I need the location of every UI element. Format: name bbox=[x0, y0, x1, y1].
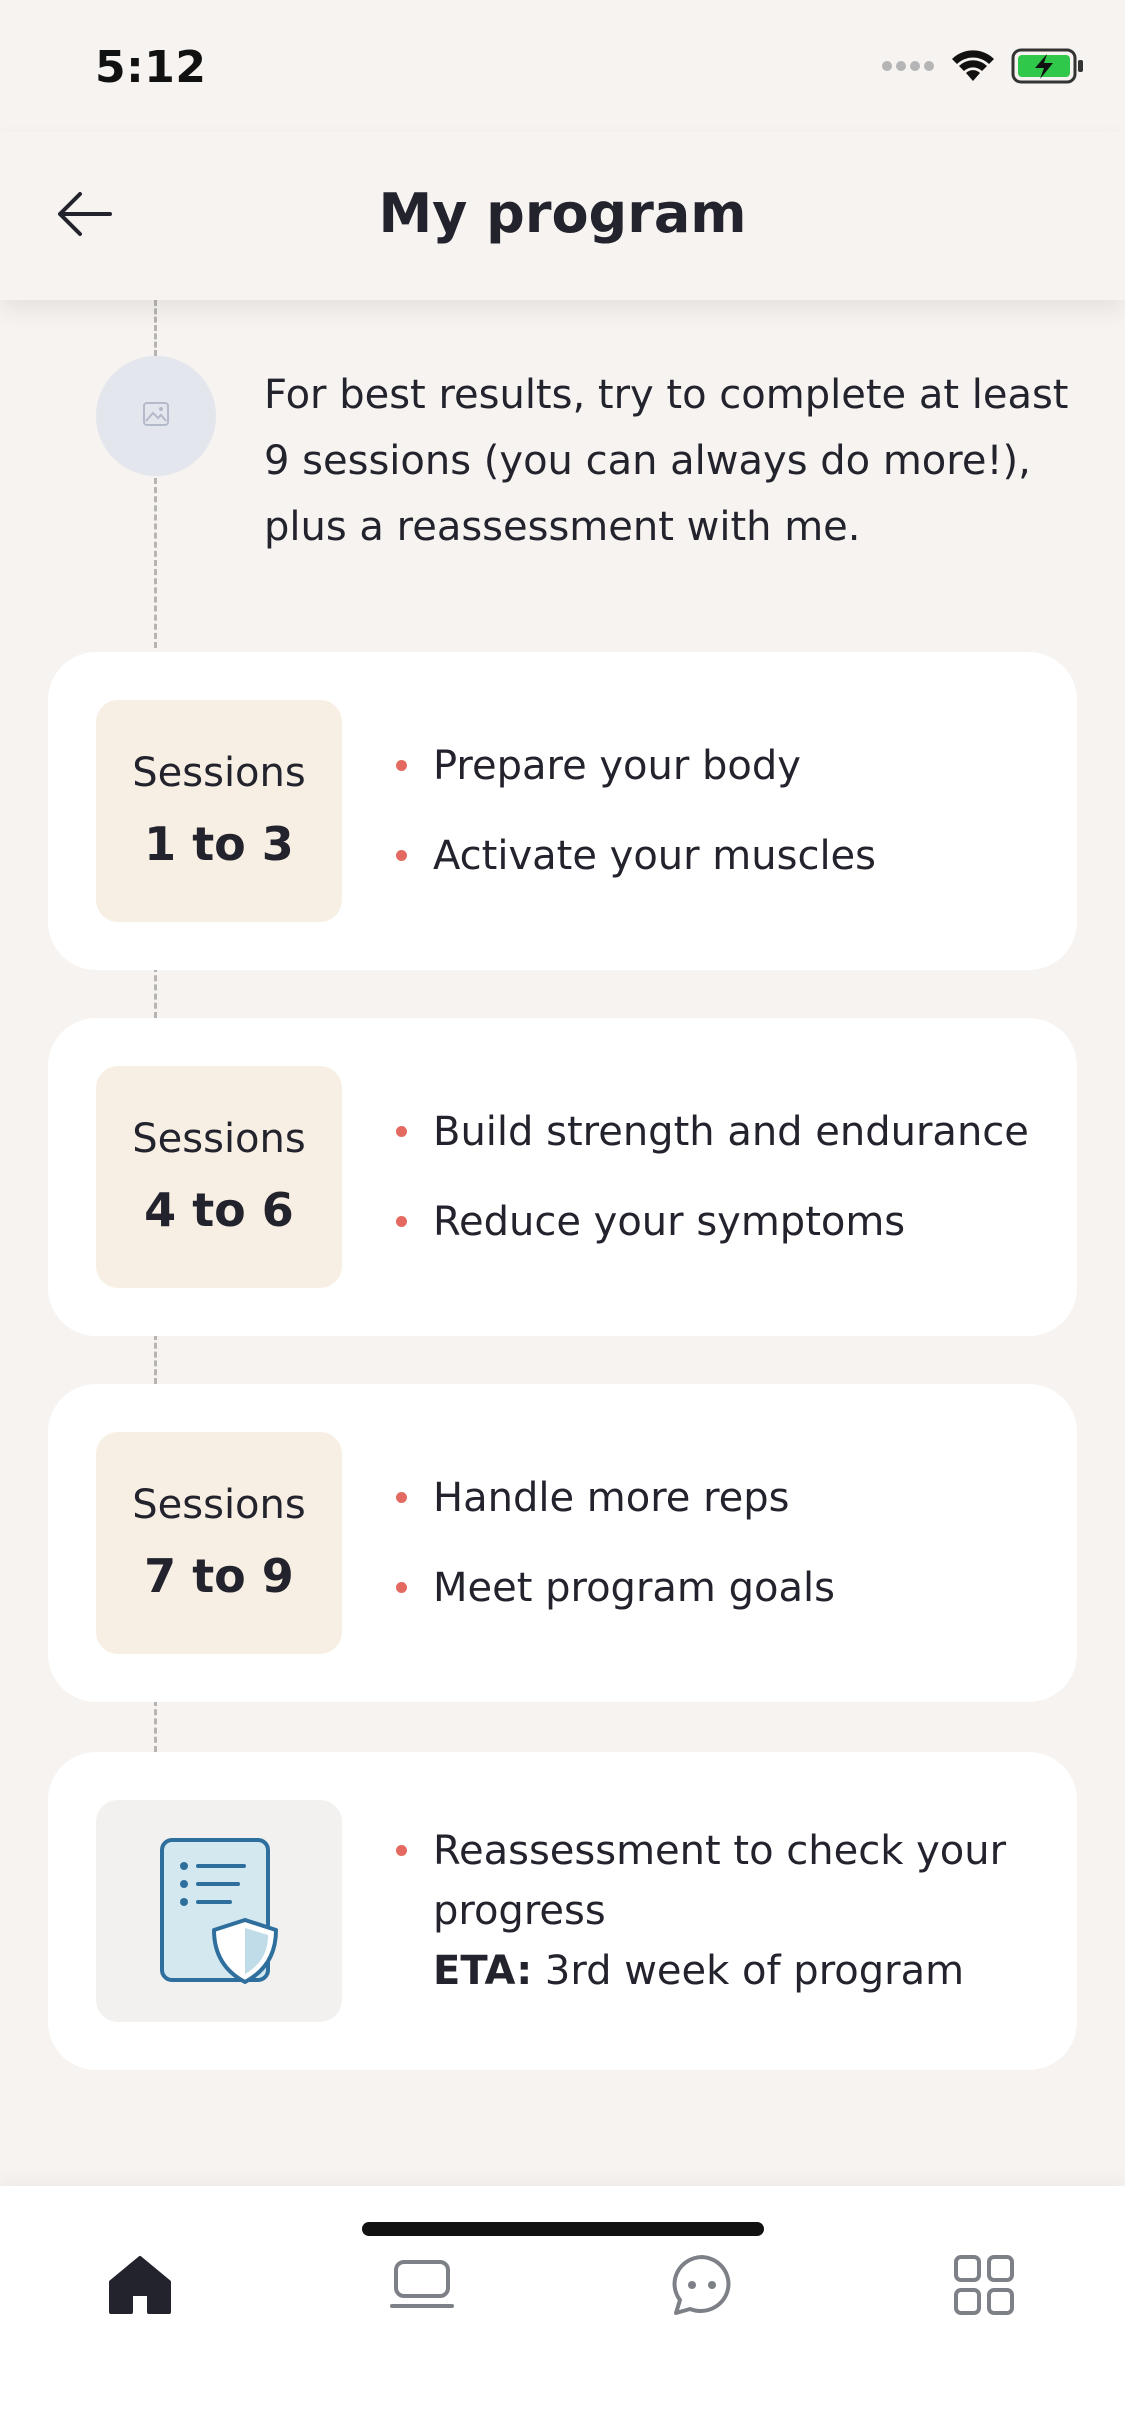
reassessment-card: Reassessment to check your progress ETA:… bbox=[48, 1752, 1077, 2070]
wifi-icon bbox=[951, 49, 995, 83]
status-time: 5:12 bbox=[95, 42, 207, 93]
bullet-dot-icon bbox=[396, 1582, 407, 1593]
list-item: Prepare your body bbox=[388, 736, 1048, 796]
session-range: 1 to 3 bbox=[144, 817, 294, 871]
stage-goals-list: Build strength and endurance Reduce your… bbox=[388, 1018, 1048, 1336]
page-title: My program bbox=[378, 182, 747, 245]
reassessment-icon-box bbox=[96, 1800, 342, 2022]
list-item: Reduce your symptoms bbox=[388, 1192, 1048, 1252]
stage-goals-list: Handle more reps Meet program goals bbox=[388, 1384, 1048, 1702]
nav-more[interactable] bbox=[924, 2232, 1044, 2342]
image-placeholder-icon bbox=[142, 401, 170, 431]
nav-chat[interactable] bbox=[642, 2232, 762, 2342]
timeline-connector bbox=[154, 478, 157, 648]
reassessment-details: Reassessment to check your progress ETA:… bbox=[388, 1752, 1048, 2070]
home-indicator[interactable] bbox=[362, 2222, 764, 2236]
session-range-box: Sessions 4 to 6 bbox=[96, 1066, 342, 1288]
session-label: Sessions bbox=[132, 1482, 306, 1528]
timeline-connector bbox=[154, 1334, 157, 1384]
clipboard-shield-icon bbox=[154, 1834, 284, 1988]
bullet-dot-icon bbox=[396, 850, 407, 861]
bullet-dot-icon bbox=[396, 1126, 407, 1137]
coach-avatar bbox=[96, 356, 216, 476]
eta-value: 3rd week of program bbox=[532, 1948, 965, 1994]
bullet-dot-icon bbox=[396, 1216, 407, 1227]
session-range-box: Sessions 7 to 9 bbox=[96, 1432, 342, 1654]
laptop-icon bbox=[390, 2258, 454, 2316]
bullet-dot-icon bbox=[396, 760, 407, 771]
list-item: Build strength and endurance bbox=[388, 1102, 1048, 1162]
top-app-bar: My program bbox=[0, 132, 1125, 300]
list-item: Handle more reps bbox=[388, 1468, 1048, 1528]
status-icons bbox=[881, 48, 1085, 84]
program-stage-card: Sessions 1 to 3 Prepare your body Activa… bbox=[48, 652, 1077, 970]
eta-label: ETA: bbox=[433, 1948, 533, 1994]
bullet-dot-icon bbox=[396, 1492, 407, 1503]
timeline-connector bbox=[154, 966, 157, 1018]
session-range: 7 to 9 bbox=[144, 1549, 294, 1603]
stage-goals-list: Prepare your body Activate your muscles bbox=[388, 652, 1048, 970]
nav-home[interactable] bbox=[80, 2232, 200, 2342]
grid-icon bbox=[953, 2254, 1015, 2320]
list-item: Meet program goals bbox=[388, 1558, 1048, 1618]
reassessment-text: Reassessment to check your progress bbox=[433, 1828, 1007, 1934]
list-item: Reassessment to check your progress ETA:… bbox=[388, 1821, 1048, 2001]
list-item: Activate your muscles bbox=[388, 826, 1048, 886]
signal-dots-icon bbox=[881, 59, 935, 73]
battery-charging-icon bbox=[1011, 48, 1085, 84]
session-label: Sessions bbox=[132, 1116, 306, 1162]
chat-bubble-icon bbox=[670, 2253, 734, 2321]
timeline-connector bbox=[154, 1700, 157, 1752]
bullet-dot-icon bbox=[396, 1845, 407, 1856]
program-stage-card: Sessions 7 to 9 Handle more reps Meet pr… bbox=[48, 1384, 1077, 1702]
timeline-connector bbox=[154, 300, 157, 356]
home-icon bbox=[107, 2254, 173, 2320]
session-range: 4 to 6 bbox=[144, 1183, 294, 1237]
intro-text: For best results, try to complete at lea… bbox=[264, 372, 1069, 550]
status-bar: 5:12 bbox=[0, 0, 1125, 132]
session-label: Sessions bbox=[132, 750, 306, 796]
program-stage-card: Sessions 4 to 6 Build strength and endur… bbox=[48, 1018, 1077, 1336]
session-range-box: Sessions 1 to 3 bbox=[96, 700, 342, 922]
nav-sessions[interactable] bbox=[362, 2232, 482, 2342]
